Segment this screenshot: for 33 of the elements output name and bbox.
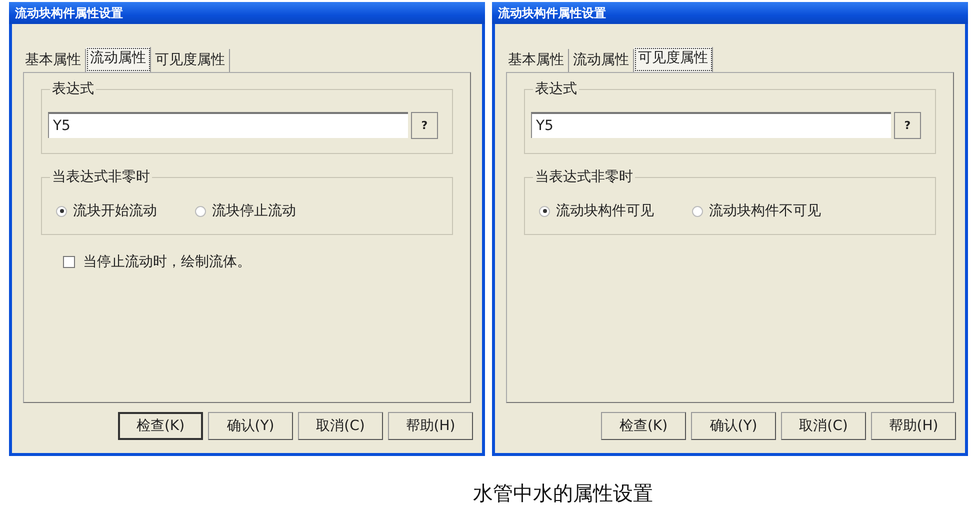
group-label: 表达式 <box>50 80 96 98</box>
group-label: 当表达式非零时 <box>50 168 152 186</box>
dialog-button[interactable]: 检查(K) <box>601 412 686 440</box>
checkbox[interactable] <box>63 256 75 268</box>
tab[interactable]: 流动属性 <box>86 47 151 72</box>
radio-button[interactable] <box>56 206 67 216</box>
radio-label: 流动块构件可见 <box>556 202 654 220</box>
window-title: 流动块构件属性设置 <box>498 4 606 22</box>
dialog-button[interactable]: 取消(C) <box>298 412 383 440</box>
group-label: 表达式 <box>533 80 579 98</box>
expression-field[interactable]: Y5 <box>48 112 408 138</box>
dialog-button[interactable]: 检查(K) <box>118 412 203 440</box>
tab[interactable]: 可见度属性 <box>634 47 713 72</box>
checkbox-label: 当停止流动时，绘制流体。 <box>83 253 251 271</box>
group-label: 当表达式非零时 <box>533 168 635 186</box>
dialog-button[interactable]: 帮助(H) <box>388 412 473 440</box>
help-button[interactable]: ? <box>894 112 921 139</box>
help-button[interactable]: ? <box>411 112 438 139</box>
radio-button[interactable] <box>539 206 550 216</box>
tab[interactable]: 可见度属性 <box>151 49 230 72</box>
radio-label: 流块停止流动 <box>212 202 296 220</box>
radio-button[interactable] <box>195 206 206 216</box>
radio-label: 流块开始流动 <box>73 202 157 220</box>
radio-button[interactable] <box>692 206 703 216</box>
radio-label: 流动块构件不可见 <box>709 202 821 220</box>
dialog-button[interactable]: 确认(Y) <box>691 412 776 440</box>
dialog-button[interactable]: 确认(Y) <box>208 412 293 440</box>
dialog-button[interactable]: 帮助(H) <box>871 412 956 440</box>
dialog-button[interactable]: 取消(C) <box>781 412 866 440</box>
tab[interactable]: 基本属性 <box>504 49 569 72</box>
expression-field[interactable]: Y5 <box>531 112 891 138</box>
window-title: 流动块构件属性设置 <box>15 4 123 22</box>
figure-caption: 水管中水的属性设置 <box>473 481 653 505</box>
